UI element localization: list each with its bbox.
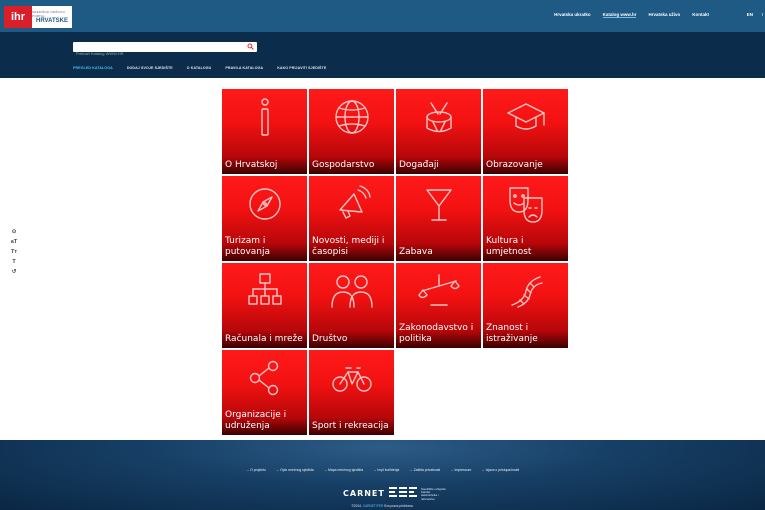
category-label: Kultura i umjetnost (486, 236, 532, 257)
top-link-kontakt[interactable]: Kontakt (692, 12, 709, 18)
footer-link-uvjeti[interactable]: → Impl korištenja (373, 468, 399, 472)
globe-icon (335, 100, 369, 134)
graduation-cap-icon (507, 103, 545, 130)
category-o-hrvatskoj[interactable]: O Hrvatskoj (222, 89, 307, 174)
category-organizacije[interactable]: Organizacije i udruženja (222, 350, 307, 435)
accessibility-toolbar: ⊙ aT Tт T ↺ (9, 228, 19, 277)
info-icon (261, 98, 269, 136)
category-zakonodavstvo[interactable]: Zakonodavstvo i politika (396, 263, 481, 348)
language-extra[interactable]: I (762, 12, 763, 17)
copyright-link[interactable]: CARNET/FER (363, 504, 383, 508)
fer-text: Sveučilište u Zagrebu Fakultet elektrote… (421, 488, 446, 501)
category-dogadaji[interactable]: Događaji (396, 89, 481, 174)
font-style-icon[interactable]: Tт (9, 248, 19, 257)
portal-logo[interactable]: SREDIŠNJI DRŽAVNI PORTAL HRVATSKE (32, 6, 72, 28)
category-label: Znanost i istraživanje (486, 323, 538, 344)
footer: → O projektu → Opis mrežnog sjedišta → M… (0, 440, 765, 510)
contrast-icon[interactable]: ⊙ (9, 228, 19, 237)
theater-masks-icon (509, 187, 543, 223)
category-racunala[interactable]: Računala i mreže (222, 263, 307, 348)
nav-kako-prijaviti[interactable]: KAKO PRIJAVITI SJEDIŠTE (277, 66, 326, 70)
compass-icon (249, 188, 281, 220)
category-kultura[interactable]: Kultura i umjetnost (483, 176, 568, 261)
copyright-text: Sva prava pridržana. (384, 504, 414, 508)
people-icon (331, 275, 373, 308)
footer-link-o-projektu[interactable]: → O projektu (246, 468, 266, 472)
ihr-logo[interactable]: ihr (4, 6, 32, 28)
logo-small-text: SREDIŠNJI DRŽAVNI PORTAL (32, 10, 65, 18)
footer-link-privatnost[interactable]: → Zaštita privatnosti (409, 468, 440, 472)
top-link-hrvatska-uzivo[interactable]: Hrvatska uživo (648, 12, 680, 18)
search-icon[interactable] (247, 43, 254, 50)
font-increase-icon[interactable]: aT (9, 238, 19, 247)
drum-icon (426, 102, 452, 133)
reset-icon[interactable]: ↺ (9, 268, 19, 277)
category-label: Gospodarstvo (312, 160, 375, 170)
nav-pravila-kataloga[interactable]: PRAVILA KATALOGA (225, 66, 263, 70)
category-label: O Hrvatskoj (225, 160, 278, 170)
category-label: Zakonodavstvo i politika (399, 323, 474, 344)
dna-icon (511, 276, 543, 308)
footer-link-mapa[interactable]: → Mapa mrežnog sjedišta (324, 468, 363, 472)
top-link-katalog[interactable]: Katalog www.hr (602, 12, 637, 18)
category-obrazovanje[interactable]: Obrazovanje (483, 89, 568, 174)
category-novosti[interactable]: Novosti, mediji i časopisi (309, 176, 394, 261)
main-nav: PREGLED KATALOGA DODAJ SVOJE SJEDIŠTE O … (73, 66, 326, 70)
top-link-hrvatska-ukratko[interactable]: Hrvatska ukratko (554, 12, 591, 18)
category-label: Turizam i putovanja (225, 236, 271, 257)
bicycle-icon (332, 367, 372, 392)
category-label: Društvo (312, 334, 348, 344)
copyright: ©2024. CARNET/FER Sva prava pridržana. (0, 504, 765, 508)
carnet-logo[interactable]: CARNET (343, 489, 385, 498)
category-drustvo[interactable]: Društvo (309, 263, 394, 348)
category-sport[interactable]: Sport i rekreacija (309, 350, 394, 435)
scales-icon (418, 274, 460, 306)
logo-big-text: HRVATSKE (35, 18, 68, 24)
footer-link-pristupacnost[interactable]: → Izjava o pristupačnosti (481, 468, 519, 472)
search-box (73, 42, 257, 59)
category-turizam[interactable]: Turizam i putovanja (222, 176, 307, 261)
category-label: Novosti, mediji i časopisi (312, 236, 385, 257)
nav-o-katalogu[interactable]: O KATALOGU (187, 66, 212, 70)
copyright-year: ©2024. (351, 504, 362, 508)
language-switch[interactable]: EN (747, 12, 753, 17)
top-links: Hrvatska ukratko Katalog www.hr Hrvatska… (554, 12, 709, 18)
category-label: Događaji (399, 160, 439, 170)
category-label: Organizacije i udruženja (225, 410, 287, 431)
category-label: Sport i rekreacija (312, 421, 389, 431)
footer-link-opis[interactable]: → Opis mrežnog sjedišta (276, 468, 314, 472)
nav-dodaj-sjediste[interactable]: DODAJ SVOJE SJEDIŠTE (127, 66, 173, 70)
cocktail-icon (426, 189, 452, 221)
fer-logo[interactable] (389, 487, 419, 498)
category-zabava[interactable]: Zabava (396, 176, 481, 261)
category-label: Zabava (399, 247, 433, 257)
font-decrease-icon[interactable]: T (9, 258, 19, 267)
top-bar: ihr SREDIŠNJI DRŽAVNI PORTAL HRVATSKE Hr… (0, 0, 765, 32)
category-label: Obrazovanje (486, 160, 543, 170)
category-label: Računala i mreže (225, 334, 303, 344)
network-icon (248, 273, 282, 305)
category-gospodarstvo[interactable]: Gospodarstvo (309, 89, 394, 174)
megaphone-icon (339, 185, 371, 219)
search-band: PREGLED KATALOGA DODAJ SVOJE SJEDIŠTE O … (0, 32, 765, 78)
footer-links: → O projektu → Opis mrežnog sjedišta → M… (0, 468, 765, 472)
footer-link-impressum[interactable]: → Impressum (450, 468, 471, 472)
search-input[interactable] (73, 48, 243, 59)
nav-pregled-kataloga[interactable]: PREGLED KATALOGA (73, 66, 113, 70)
share-icon (249, 360, 279, 396)
category-znanost[interactable]: Znanost i istraživanje (483, 263, 568, 348)
